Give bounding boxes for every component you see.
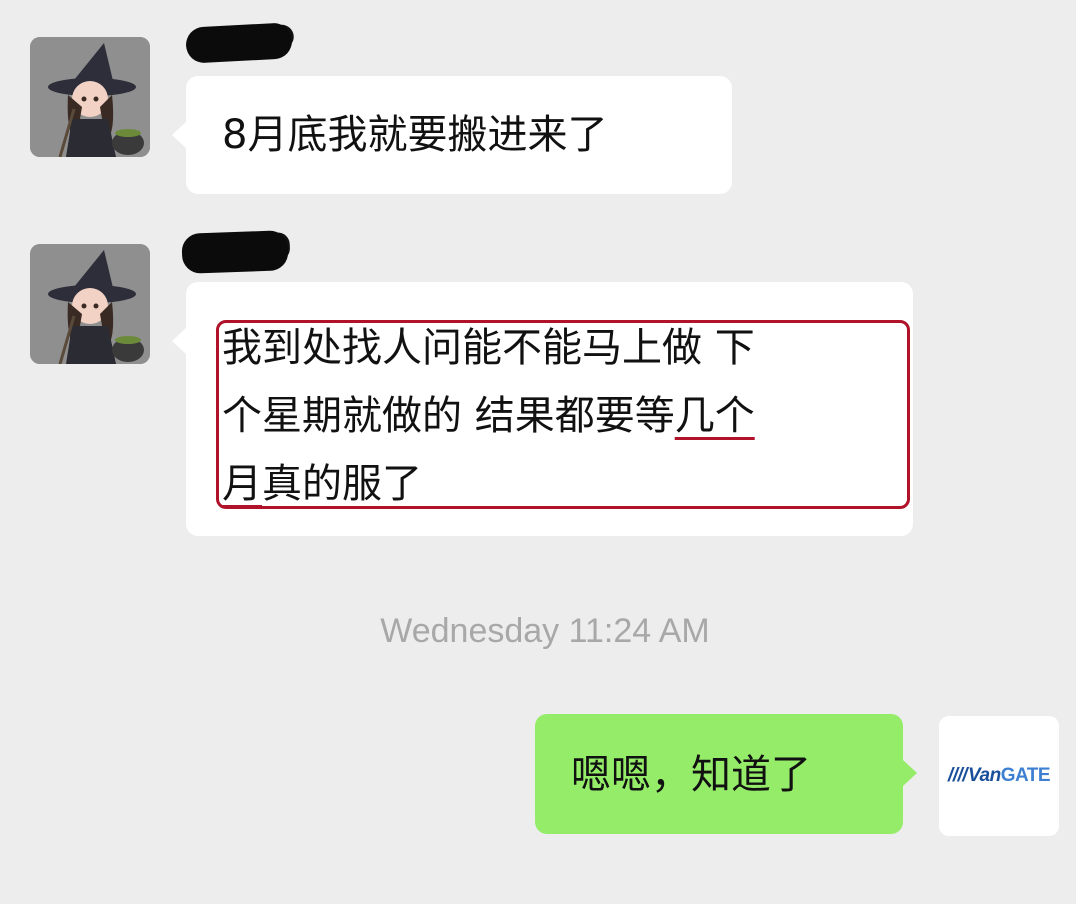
message-text: 嗯嗯，知道了 (571, 752, 811, 798)
my-avatar[interactable]: ////Van GATE (939, 716, 1059, 836)
underlined-text: 月 (222, 461, 262, 507)
logo-text-van: Van (968, 765, 1001, 786)
message-line: 月真的服了 (222, 450, 892, 518)
message-fragment: 真的服了 (262, 461, 422, 507)
vangate-logo: ////Van GATE (947, 765, 1051, 787)
message-text: 8月底我就要搬进来了 (222, 112, 608, 158)
message-fragment: 个星期就做的 结果都要等 (222, 393, 675, 439)
message-text: 我到处找人问能不能马上做 下 个星期就做的 结果都要等几个 月真的服了 (222, 314, 892, 518)
message-bubble[interactable]: 8月底我就要搬进来了 (172, 76, 732, 194)
sender-name-redacted (181, 230, 289, 274)
contact-avatar[interactable] (30, 244, 150, 364)
message-line: 个星期就做的 结果都要等几个 (222, 382, 892, 450)
message-line: 我到处找人问能不能马上做 下 (222, 325, 755, 371)
logo-text-gate: GATE (1000, 765, 1051, 786)
timestamp: Wednesday 11:24 AM (380, 612, 710, 650)
witch-avatar-icon (30, 37, 150, 157)
underlined-text: 几个 (674, 393, 755, 439)
witch-avatar-icon (30, 244, 150, 364)
contact-avatar[interactable] (30, 37, 150, 157)
logo-stripes: //// (947, 765, 968, 786)
sender-name-redacted (185, 22, 293, 64)
chat-view: 8月底我就要搬进来了 我到处找人问能不能马上做 下 个星期就做的 结果都要等几个… (0, 0, 1076, 904)
message-bubble[interactable]: 我到处找人问能不能马上做 下 个星期就做的 结果都要等几个 月真的服了 (172, 282, 913, 536)
sent-message-bubble[interactable]: 嗯嗯，知道了 (535, 714, 917, 834)
